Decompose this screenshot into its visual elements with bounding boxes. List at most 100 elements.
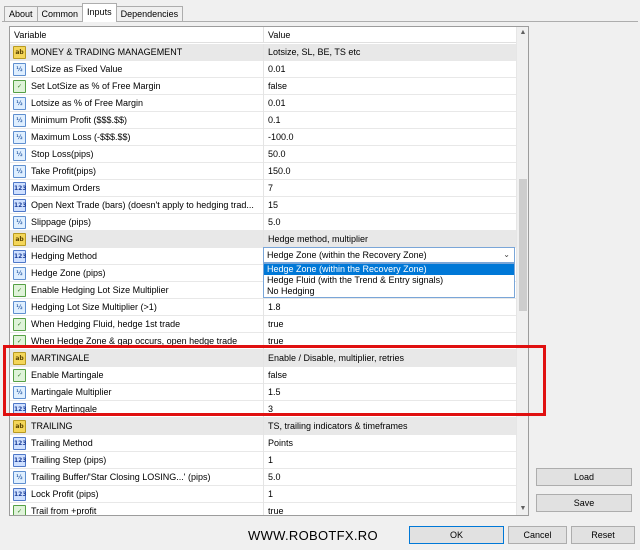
table-row[interactable]: 123 Trailing Step (pips) 1: [10, 452, 516, 469]
table-row[interactable]: ✓ Set LotSize as % of Free Margin false: [10, 78, 516, 95]
reset-button[interactable]: Reset: [571, 526, 635, 544]
group-row[interactable]: ab MONEY & TRADING MANAGEMENT Lotsize, SL,…: [10, 44, 516, 61]
table-row[interactable]: 123 Open Next Trade (bars) (doesn't apply…: [10, 197, 516, 214]
value-cell[interactable]: 1: [265, 452, 516, 469]
value-cell[interactable]: true: [265, 503, 516, 515]
value-cell[interactable]: 1.8: [265, 299, 516, 316]
table-row[interactable]: ½ Take Profit(pips) 150.0: [10, 163, 516, 180]
table-row[interactable]: ✓ Trail from +profit true: [10, 503, 516, 515]
value-cell[interactable]: Hedge method, multiplier: [265, 231, 516, 248]
tab-common[interactable]: Common: [36, 6, 84, 22]
double-type-icon: ½: [13, 63, 26, 76]
bool-type-icon: ✓: [13, 335, 26, 348]
save-button[interactable]: Save: [536, 494, 632, 512]
group-row[interactable]: ab MARTINGALE Enable / Disable, multiplier…: [10, 350, 516, 367]
table-row[interactable]: 123 Trailing Method Points: [10, 435, 516, 452]
variable-label: Enable Martingale: [31, 370, 104, 380]
variable-cell: 123 Trailing Method: [10, 435, 264, 452]
value-cell[interactable]: 50.0: [265, 146, 516, 163]
text-type-icon: ab: [13, 352, 26, 365]
text-type-icon: ab: [13, 46, 26, 59]
tab-dependencies[interactable]: Dependencies: [115, 6, 184, 22]
tab-inputs[interactable]: Inputs: [82, 3, 117, 22]
variable-label: Slippage (pips): [31, 217, 92, 227]
variable-cell: ✓ Set LotSize as % of Free Margin: [10, 78, 264, 95]
table-row[interactable]: ½ Maximum Loss (-$$$.$$) -100.0: [10, 129, 516, 146]
ok-button[interactable]: OK: [409, 526, 504, 544]
variable-label: Trailing Buffer/'Star Closing LOSING...'…: [31, 472, 211, 482]
table-row[interactable]: ½ Minimum Profit ($$$.$$) 0.1: [10, 112, 516, 129]
value-cell[interactable]: false: [265, 367, 516, 384]
value-cell[interactable]: 7: [265, 180, 516, 197]
variable-cell: 123 Trailing Step (pips): [10, 452, 264, 469]
value-cell[interactable]: Points: [265, 435, 516, 452]
integer-type-icon: 123: [13, 199, 27, 212]
value-cell[interactable]: true: [265, 333, 516, 350]
tab-about[interactable]: About: [4, 6, 38, 22]
table-row[interactable]: ✓ Enable Martingale false: [10, 367, 516, 384]
table-row[interactable]: ½ Stop Loss(pips) 50.0: [10, 146, 516, 163]
variable-label: Take Profit(pips): [31, 166, 97, 176]
variable-label: MARTINGALE: [31, 353, 90, 363]
table-row[interactable]: 123 Lock Profit (pips) 1: [10, 486, 516, 503]
dropdown-option[interactable]: Hedge Zone (within the Recovery Zone): [264, 264, 514, 275]
variable-cell: ½ Slippage (pips): [10, 214, 264, 231]
value-cell[interactable]: 1: [265, 486, 516, 503]
value-cell[interactable]: 150.0: [265, 163, 516, 180]
table-row[interactable]: 123 Retry Martingale 3: [10, 401, 516, 418]
dropdown-option[interactable]: No Hedging: [264, 286, 514, 297]
variable-label: Trailing Step (pips): [31, 455, 107, 465]
value-cell[interactable]: -100.0: [265, 129, 516, 146]
load-button[interactable]: Load: [536, 468, 632, 486]
table-row[interactable]: ½ Lotsize as % of Free Margin 0.01: [10, 95, 516, 112]
variable-cell: ab TRAILING: [10, 418, 264, 435]
scrollbar-thumb[interactable]: [519, 179, 527, 311]
table-row[interactable]: ½ Slippage (pips) 5.0: [10, 214, 516, 231]
value-cell[interactable]: true: [265, 316, 516, 333]
variable-label: TRAILING: [31, 421, 73, 431]
variable-cell: ab MARTINGALE: [10, 350, 264, 367]
table-row[interactable]: ½ Trailing Buffer/'Star Closing LOSING...…: [10, 469, 516, 486]
bool-type-icon: ✓: [13, 318, 26, 331]
double-type-icon: ½: [13, 97, 26, 110]
column-header-value[interactable]: Value: [264, 27, 516, 43]
value-cell[interactable]: 0.1: [265, 112, 516, 129]
variable-cell: ½ Martingale Multiplier: [10, 384, 264, 401]
value-cell[interactable]: 0.01: [265, 61, 516, 78]
table-row[interactable]: ½ Hedging Lot Size Multiplier (>1) 1.8: [10, 299, 516, 316]
variable-cell: 123 Maximum Orders: [10, 180, 264, 197]
group-row[interactable]: ab HEDGING Hedge method, multiplier: [10, 231, 516, 248]
variable-label: Hedging Method: [31, 251, 98, 261]
watermark: WWW.ROBOTFX.RO: [248, 528, 378, 543]
value-cell[interactable]: 1.5: [265, 384, 516, 401]
variable-cell: ab HEDGING: [10, 231, 264, 248]
cancel-button[interactable]: Cancel: [508, 526, 567, 544]
table-row[interactable]: ½ Martingale Multiplier 1.5: [10, 384, 516, 401]
variable-label: Hedging Lot Size Multiplier (>1): [31, 302, 157, 312]
group-row[interactable]: ab TRAILING TS, trailing indicators & time…: [10, 418, 516, 435]
table-row[interactable]: ½ LotSize as Fixed Value 0.01: [10, 61, 516, 78]
value-cell[interactable]: false: [265, 78, 516, 95]
value-cell[interactable]: Lotsize, SL, BE, TS etc: [265, 44, 516, 61]
value-cell[interactable]: 3: [265, 401, 516, 418]
value-cell[interactable]: 15: [265, 197, 516, 214]
table-row[interactable]: ✓ When Hedge Zone & gap occurs, open hedg…: [10, 333, 516, 350]
variable-cell: ½ Stop Loss(pips): [10, 146, 264, 163]
table-row[interactable]: ✓ When Hedging Fluid, hedge 1st trade true: [10, 316, 516, 333]
variable-cell: ✓ Trail from +profit: [10, 503, 264, 515]
column-header-variable[interactable]: Variable: [10, 27, 264, 43]
vertical-scrollbar[interactable]: ▲ ▼: [516, 27, 528, 515]
variable-cell: ✓ Enable Hedging Lot Size Multiplier: [10, 282, 264, 299]
variable-cell: ab MONEY & TRADING MANAGEMENT: [10, 44, 264, 61]
value-cell[interactable]: TS, trailing indicators & timeframes: [265, 418, 516, 435]
scroll-up-icon[interactable]: ▲: [517, 27, 528, 39]
value-cell[interactable]: Enable / Disable, multiplier, retries: [265, 350, 516, 367]
value-cell[interactable]: 0.01: [265, 95, 516, 112]
scroll-down-icon[interactable]: ▼: [517, 503, 528, 515]
hedging-method-select[interactable]: Hedge Zone (within the Recovery Zone) ⌄: [263, 247, 515, 263]
table-row[interactable]: 123 Maximum Orders 7: [10, 180, 516, 197]
value-cell[interactable]: 5.0: [265, 214, 516, 231]
chevron-down-icon[interactable]: ⌄: [503, 248, 510, 262]
value-cell[interactable]: 5.0: [265, 469, 516, 486]
dropdown-option[interactable]: Hedge Fluid (with the Trend & Entry sign…: [264, 275, 514, 286]
